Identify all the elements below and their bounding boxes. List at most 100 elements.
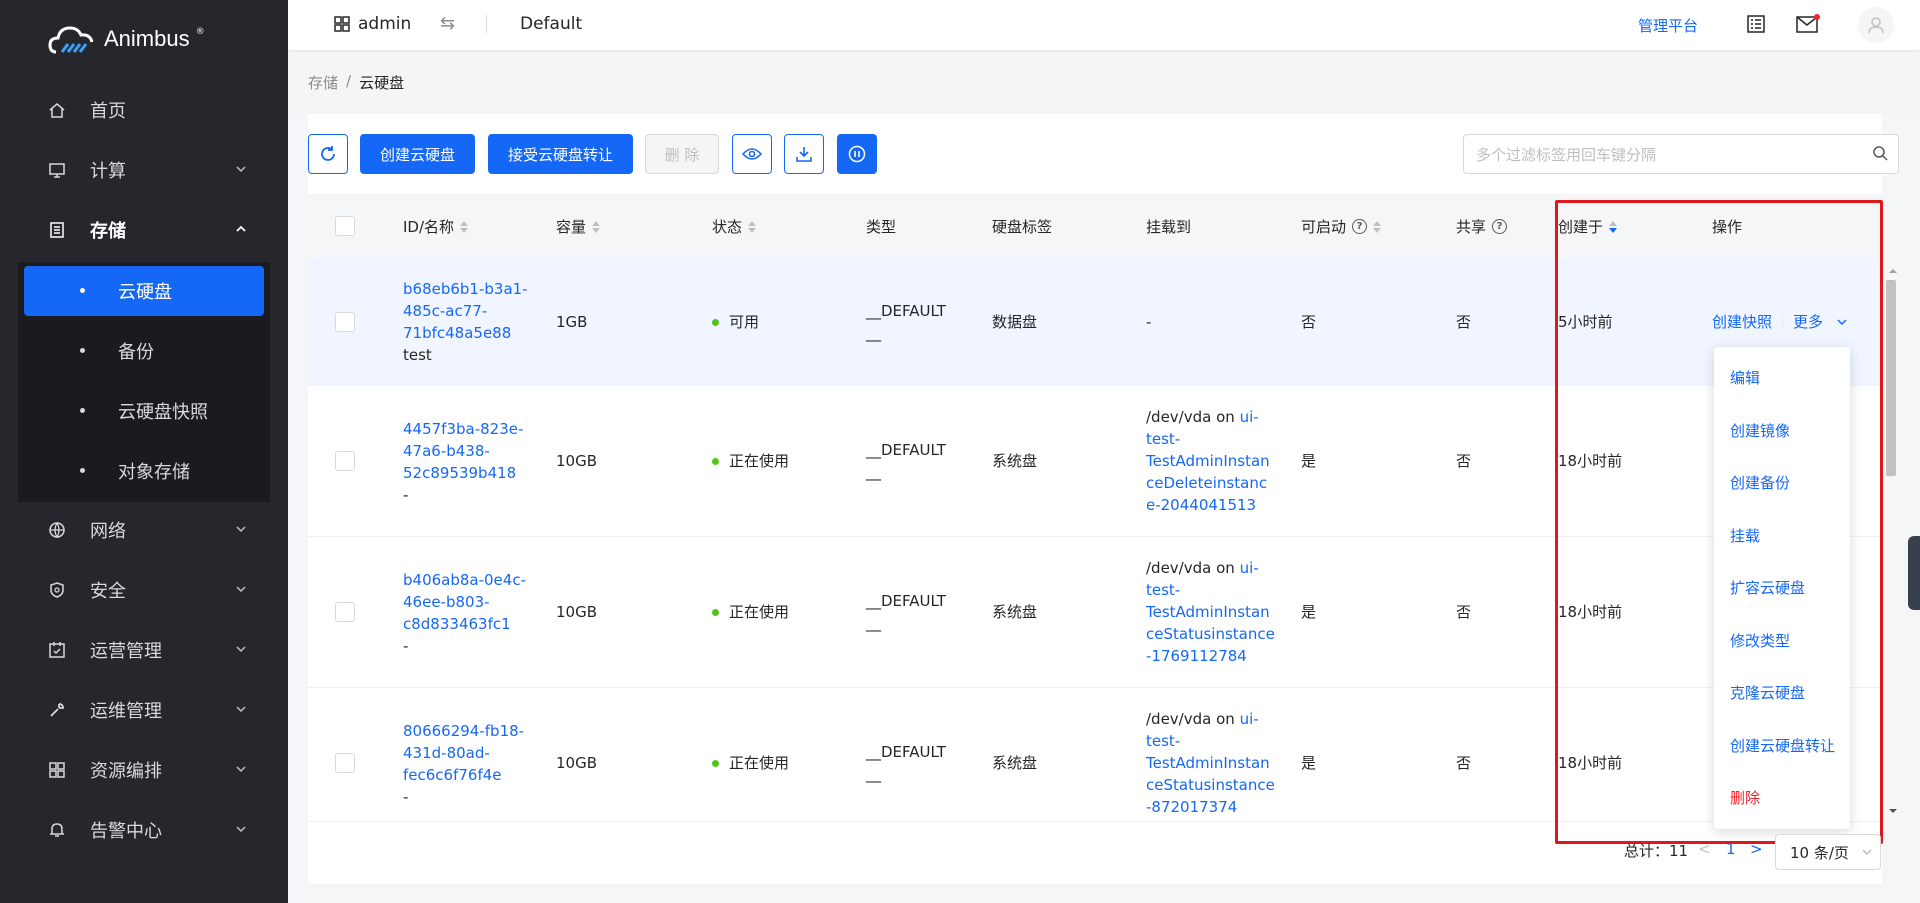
column-label: 硬盘标签 — [992, 218, 1053, 236]
breadcrumb-parent[interactable]: 存储 — [308, 72, 338, 93]
submenu-item-volumes[interactable]: 云硬盘 — [24, 266, 264, 316]
menu-item-create-backup[interactable]: 创建备份 — [1730, 472, 1790, 493]
delete-button[interactable]: 删 除 — [645, 134, 719, 174]
sidebar-item-security[interactable]: 安全 — [0, 560, 288, 620]
chevron-down-icon — [236, 766, 246, 773]
sidebar-item-alerts[interactable]: 告警中心 — [0, 800, 288, 860]
document-list-icon[interactable] — [1744, 12, 1768, 36]
row-checkbox[interactable] — [335, 451, 355, 471]
volume-id-link[interactable]: 4457f3ba-823e- 47a6-b438- 52c89539b418 — [403, 418, 523, 484]
menu-item-create-transfer[interactable]: 创建云硬盘转让 — [1730, 735, 1835, 756]
create-snapshot-link[interactable]: 创建快照 — [1712, 311, 1772, 333]
search-input[interactable]: 多个过滤标签用回车键分隔 — [1463, 134, 1899, 174]
sidebar-item-home[interactable]: 首页 — [0, 80, 288, 140]
volume-created: 18小时前 — [1558, 603, 1623, 621]
volume-id-link[interactable]: b68eb6b1-b3a1- 485c-ac77- 71bfc48a5e88 — [403, 278, 528, 344]
submenu-item-snapshots[interactable]: 云硬盘快照 — [24, 386, 264, 436]
accept-transfer-button[interactable]: 接受云硬盘转让 — [488, 134, 633, 174]
column-size[interactable]: 容量 — [556, 216, 601, 237]
table-row[interactable]: 4457f3ba-823e- 47a6-b438- 52c89539b418 -… — [308, 386, 1882, 537]
column-id-name[interactable]: ID/名称 — [403, 216, 469, 237]
download-button[interactable] — [784, 134, 824, 174]
table-row[interactable]: b406ab8a-0e4c- 46ee-b803- c8d833463fc1 -… — [308, 537, 1882, 688]
sort-icon[interactable] — [1609, 220, 1618, 233]
view-columns-button[interactable] — [732, 134, 772, 174]
table-row[interactable]: b68eb6b1-b3a1- 485c-ac77- 71bfc48a5e88 t… — [308, 258, 1882, 386]
instance-link[interactable]: e-2044041513 — [1146, 494, 1266, 516]
user-icon — [1868, 17, 1884, 34]
switch-icon[interactable]: ⇆ — [440, 13, 455, 34]
volume-id-link[interactable]: b406ab8a-0e4c- 46ee-b803- c8d833463fc1 — [403, 569, 526, 635]
next-page-icon[interactable]: > — [1750, 840, 1763, 858]
instance-link[interactable]: ui- — [1240, 710, 1259, 728]
menu-item-edit[interactable]: 编辑 — [1730, 367, 1760, 388]
menu-item-clone-volume[interactable]: 克隆云硬盘 — [1730, 682, 1805, 703]
instance-link[interactable]: test- — [1146, 579, 1276, 601]
sidebar-item-network[interactable]: 网络 — [0, 500, 288, 560]
side-widget-handle[interactable] — [1908, 536, 1920, 610]
page-number[interactable]: 1 — [1726, 840, 1736, 858]
select-all-checkbox[interactable] — [335, 216, 355, 236]
logo[interactable]: Animbus ® — [48, 22, 205, 56]
menu-item-extend-volume[interactable]: 扩容云硬盘 — [1730, 577, 1805, 598]
instance-link[interactable]: ceStatusinstance — [1146, 774, 1276, 796]
instance-link[interactable]: test- — [1146, 428, 1266, 450]
sidebar-item-maintenance[interactable]: 运维管理 — [0, 680, 288, 740]
create-volume-button[interactable]: 创建云硬盘 — [360, 134, 475, 174]
mail-icon[interactable] — [1796, 12, 1820, 36]
type-line: __DEFAULT — [866, 302, 946, 320]
volume-size: 10GB — [556, 452, 598, 470]
row-checkbox[interactable] — [335, 312, 355, 332]
volume-id-link[interactable]: 80666294-fb18- 431d-80ad- fec6c6f76f4e — [403, 720, 524, 786]
instance-link[interactable]: TestAdminInstan — [1146, 450, 1270, 472]
sidebar-item-operations[interactable]: 运营管理 — [0, 620, 288, 680]
bell-icon — [48, 821, 66, 839]
help-icon[interactable]: ? — [1492, 219, 1508, 234]
refresh-button[interactable] — [308, 134, 348, 174]
instance-link[interactable]: ui- — [1240, 559, 1259, 577]
instance-link[interactable]: -872017374 — [1146, 796, 1276, 818]
sidebar-item-orchestration[interactable]: 资源编排 — [0, 740, 288, 800]
column-bootable[interactable]: 可启动 ? — [1301, 216, 1382, 237]
menu-item-delete[interactable]: 删除 — [1730, 787, 1760, 808]
volume-type: __DEFAULT __ — [866, 741, 946, 785]
row-checkbox[interactable] — [335, 602, 355, 622]
table-row[interactable]: 80666294-fb18- 431d-80ad- fec6c6f76f4e -… — [308, 688, 1882, 822]
instance-link[interactable]: ceStatusinstance — [1146, 623, 1276, 645]
sort-icon[interactable] — [1373, 220, 1382, 233]
instance-link[interactable]: TestAdminInstan — [1146, 752, 1276, 774]
admin-platform-link[interactable]: 管理平台 — [1638, 15, 1698, 36]
instance-link[interactable]: ceDeleteinstanc — [1146, 472, 1267, 494]
volume-size: 10GB — [556, 603, 598, 621]
sidebar-item-compute[interactable]: 计算 — [0, 140, 288, 200]
page-size-select[interactable]: 10 条/页 — [1775, 834, 1881, 870]
logo-registered-mark: ® — [195, 27, 205, 37]
avatar[interactable] — [1858, 7, 1894, 43]
menu-item-create-image[interactable]: 创建镜像 — [1730, 420, 1790, 441]
row-checkbox[interactable] — [335, 753, 355, 773]
volume-id-part: 80666294-fb18- — [403, 722, 525, 740]
instance-link[interactable]: TestAdminInstan — [1146, 601, 1276, 623]
prev-page-icon[interactable]: < — [1698, 840, 1711, 858]
instance-link[interactable]: -1769112784 — [1146, 645, 1276, 667]
column-attached: 挂载到 — [1146, 216, 1191, 237]
menu-item-change-type[interactable]: 修改类型 — [1730, 630, 1790, 651]
column-created[interactable]: 创建于 — [1558, 216, 1618, 237]
menu-item-attach[interactable]: 挂载 — [1730, 525, 1760, 546]
sidebar-item-storage[interactable]: 存储 — [0, 200, 288, 260]
column-status[interactable]: 状态 — [712, 216, 757, 237]
pause-refresh-button[interactable] — [837, 134, 877, 174]
more-actions-link[interactable]: 更多 — [1793, 311, 1848, 333]
instance-link[interactable]: test- — [1146, 730, 1276, 752]
instance-link[interactable]: ui- — [1240, 408, 1259, 426]
scrollbar-thumb[interactable] — [1886, 280, 1896, 476]
sort-icon[interactable] — [592, 220, 601, 233]
submenu-item-object-storage[interactable]: 对象存储 — [24, 446, 264, 496]
sort-icon[interactable] — [460, 220, 469, 233]
sort-icon[interactable] — [748, 220, 757, 233]
refresh-icon — [321, 146, 335, 161]
help-icon[interactable]: ? — [1352, 219, 1368, 234]
submenu-item-backups[interactable]: 备份 — [24, 326, 264, 376]
storage-icon — [48, 221, 66, 239]
project-selector[interactable]: admin — [334, 14, 411, 34]
